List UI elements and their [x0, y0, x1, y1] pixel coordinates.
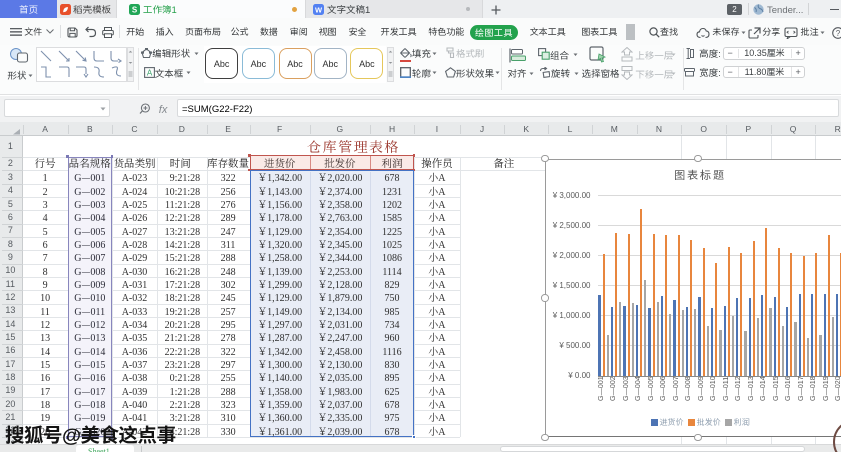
- svg-text:?: ?: [836, 28, 841, 37]
- svg-text:S: S: [132, 5, 138, 14]
- svg-text:W: W: [315, 5, 323, 14]
- svg-text:A: A: [146, 68, 152, 77]
